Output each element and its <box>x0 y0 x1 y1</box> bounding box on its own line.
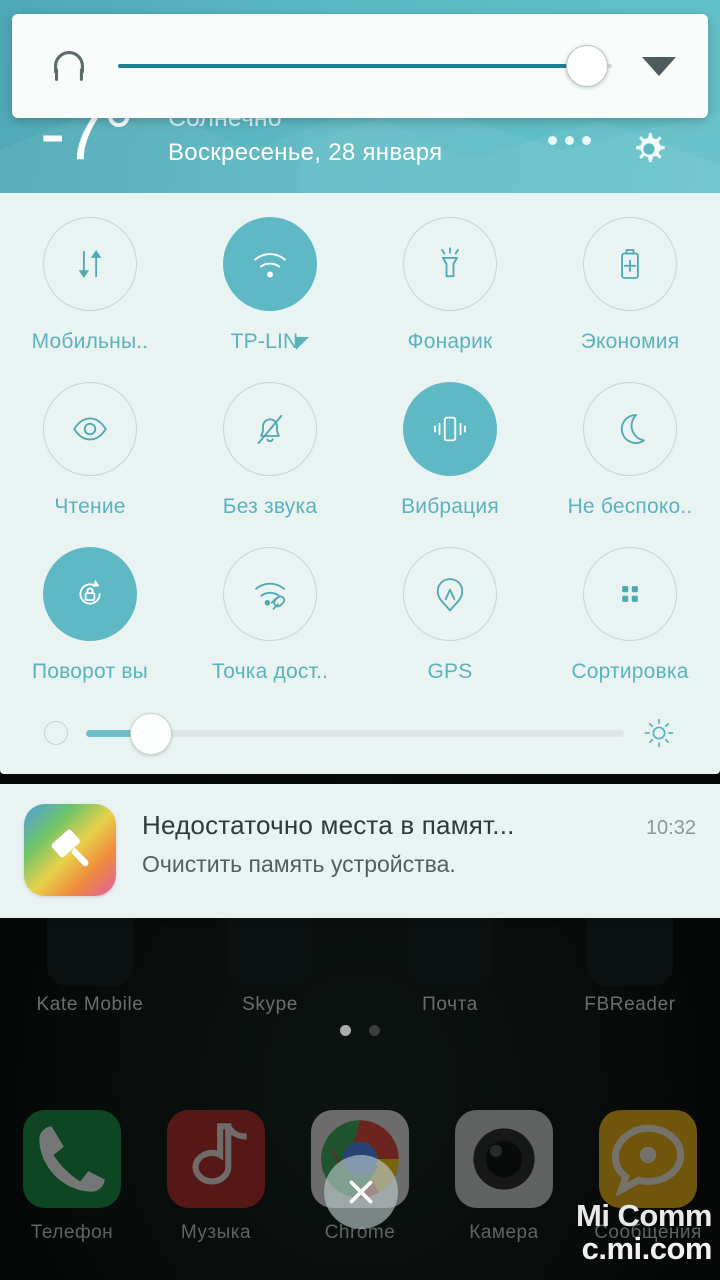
qs-label: Точка дост.. <box>211 660 329 683</box>
qs-toggle-sort[interactable]: Сортировка <box>540 547 720 690</box>
cleaner-brush-icon <box>24 804 116 896</box>
dock-label: Камера <box>469 1222 539 1243</box>
wifi-icon <box>254 253 286 278</box>
qs-toggle-mobile-data[interactable]: Мобильны.. <box>0 217 180 360</box>
hotspot-icon <box>255 582 286 610</box>
qs-toggle-rotation-lock[interactable]: Поворот вы <box>0 547 180 690</box>
music-note-icon <box>167 1110 265 1208</box>
qs-label: Фонарик <box>407 330 493 353</box>
dock-item-camera[interactable]: Камера <box>432 1110 576 1280</box>
dock-label: Музыка <box>180 1222 252 1243</box>
brightness-low-icon <box>44 721 68 745</box>
qs-label: Не беспоко.. <box>567 495 693 518</box>
notification-title: Недостаточно места в памят... <box>142 810 515 840</box>
qs-label: Мобильны.. <box>31 330 149 353</box>
notification-text: Недостаточно места в памят... 10:32 Очис… <box>116 804 696 878</box>
chevron-down-icon[interactable] <box>642 56 676 76</box>
mobile-data-icon <box>78 250 102 278</box>
watermark-line-1: Mi Comm <box>576 1198 713 1234</box>
app-item-kate-mobile[interactable]: Kate Mobile <box>0 985 180 1025</box>
battery-saver-icon <box>621 249 639 279</box>
qs-toggle-hotspot[interactable]: Точка дост.. <box>180 547 360 690</box>
gear-icon[interactable] <box>628 128 670 170</box>
reading-mode-eye-icon <box>73 417 107 441</box>
close-button[interactable] <box>324 1155 398 1229</box>
vibration-icon <box>434 416 466 442</box>
volume-fill <box>118 64 588 68</box>
qs-toggle-gps[interactable]: GPS <box>360 547 540 690</box>
brightness-track[interactable] <box>86 712 624 755</box>
qs-toggle-battery-saver[interactable]: Экономия <box>540 217 720 360</box>
app-label-row: Kate Mobile Skype Почта FBReader <box>0 985 720 1025</box>
app-item-mail[interactable]: Почта <box>360 985 540 1025</box>
overflow-dots-icon[interactable] <box>548 136 591 145</box>
qs-label: Чтение <box>54 495 126 518</box>
quick-settings-row: Мобильны.. TP-LIN Фонарик Экономия <box>0 217 720 360</box>
qs-toggle-wifi[interactable]: TP-LIN <box>180 217 360 360</box>
rotation-lock-icon <box>79 580 101 605</box>
dock-label: Телефон <box>30 1222 114 1243</box>
dock-item-music[interactable]: Музыка <box>144 1110 288 1280</box>
qs-toggle-reading-mode[interactable]: Чтение <box>0 382 180 525</box>
qs-toggle-vibration[interactable]: Вибрация <box>360 382 540 525</box>
page-dot-active[interactable] <box>340 1025 351 1036</box>
notification-body: Очистить память устройства. <box>142 851 456 877</box>
close-x-icon <box>349 1180 373 1204</box>
sort-grid-icon <box>622 586 638 602</box>
page-indicator <box>0 1025 720 1036</box>
qs-label: Без звука <box>222 495 318 518</box>
chat-bubble-icon <box>599 1110 697 1208</box>
app-label: Skype <box>242 994 298 1015</box>
qs-label-wifi: TP-LIN <box>231 330 310 354</box>
bell-muted-icon <box>257 414 283 444</box>
app-label: Kate Mobile <box>36 994 144 1015</box>
brightness-thumb[interactable] <box>129 712 172 755</box>
signal-corner-icon <box>296 337 310 350</box>
watermark-line-2: c.mi.com <box>581 1231 713 1267</box>
qs-toggle-silent[interactable]: Без звука <box>180 382 360 525</box>
qs-label: Поворот вы <box>32 660 148 683</box>
notification-shade: -7° Солнечно Воскресенье, 28 января Моби… <box>0 0 720 918</box>
headset-icon <box>54 51 84 81</box>
qs-label: Экономия <box>580 330 680 353</box>
dock-item-phone[interactable]: Телефон <box>0 1110 144 1280</box>
qs-toggle-flashlight[interactable]: Фонарик <box>360 217 540 360</box>
camera-icon <box>455 1110 553 1208</box>
gps-icon <box>436 578 464 612</box>
quick-settings-row: Поворот вы Точка дост.. GPS Сортировка <box>0 547 720 690</box>
quick-settings-row: Чтение Без звука Вибрация Не беспоко.. <box>0 382 720 525</box>
phone-icon <box>23 1110 121 1208</box>
flashlight-icon <box>441 247 459 278</box>
weather-date: Воскресенье, 28 января <box>168 139 443 166</box>
qs-label: GPS <box>427 660 473 683</box>
app-label: FBReader <box>584 994 676 1015</box>
moon-icon <box>620 414 645 444</box>
brightness-slider[interactable] <box>0 690 720 760</box>
qs-label: Вибрация <box>401 495 499 518</box>
qs-label: Сортировка <box>571 660 689 683</box>
quick-settings-panel: Мобильны.. TP-LIN Фонарик Экономия Чтени… <box>0 193 720 774</box>
notification-item[interactable]: Недостаточно места в памят... 10:32 Очис… <box>0 784 720 918</box>
notification-time: 10:32 <box>645 817 696 839</box>
volume-track[interactable] <box>118 45 612 87</box>
brightness-sun-icon <box>644 718 674 748</box>
watermark: Mi Comm c.mi.com <box>576 1198 713 1267</box>
page-dot-inactive[interactable] <box>369 1025 380 1036</box>
qs-toggle-do-not-disturb[interactable]: Не беспоко.. <box>540 382 720 525</box>
app-item-skype[interactable]: Skype <box>180 985 360 1025</box>
app-item-fbreader[interactable]: FBReader <box>540 985 720 1025</box>
volume-thumb[interactable] <box>566 45 609 87</box>
app-label: Почта <box>422 994 478 1015</box>
volume-dialog[interactable] <box>12 14 708 118</box>
